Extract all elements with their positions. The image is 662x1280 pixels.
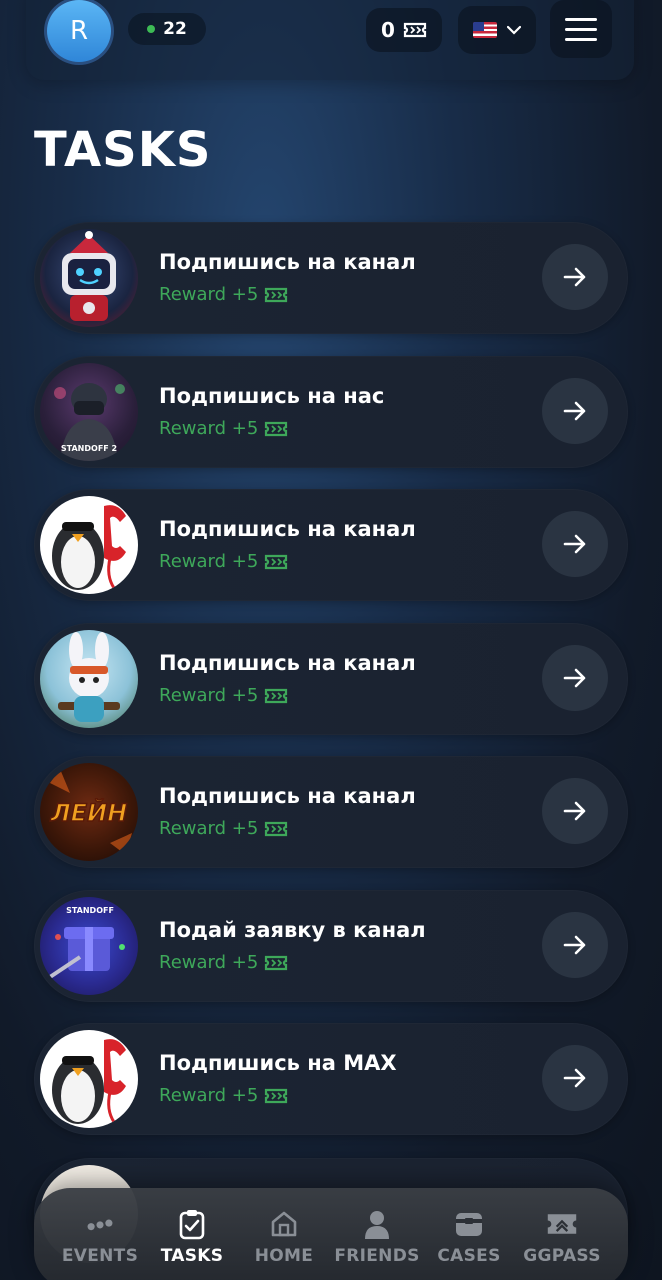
reward-text: Reward +5 bbox=[159, 952, 259, 973]
task-reward: Reward +5 bbox=[159, 1085, 288, 1106]
task-reward: Reward +5 bbox=[159, 551, 288, 572]
task-card[interactable]: STANDOFF Подай заявку в канал Reward +5 bbox=[34, 890, 628, 1002]
nav-label: HOME bbox=[254, 1246, 314, 1266]
ggpass-icon bbox=[546, 1208, 578, 1240]
arrow-right-icon bbox=[563, 668, 586, 688]
reward-text: Reward +5 bbox=[159, 551, 259, 572]
ticket-icon bbox=[265, 554, 288, 569]
arrow-right-icon bbox=[563, 267, 586, 287]
task-card[interactable]: STANDOFF 2 Подпишись на нас Reward +5 bbox=[34, 356, 628, 468]
online-counter: 22 bbox=[128, 13, 206, 45]
nav-friends[interactable]: FRIENDS bbox=[331, 1208, 423, 1278]
ticket-icon bbox=[265, 421, 288, 436]
person-icon bbox=[361, 1208, 393, 1240]
go-button[interactable] bbox=[542, 511, 608, 577]
svg-text:STANDOFF 2: STANDOFF 2 bbox=[61, 444, 117, 453]
ticket-icon bbox=[265, 287, 288, 302]
reward-text: Reward +5 bbox=[159, 418, 259, 439]
bunny-gunner-thumbnail bbox=[40, 630, 138, 728]
ticket-icon bbox=[403, 22, 427, 38]
nav-label: FRIENDS bbox=[334, 1246, 420, 1266]
reward-text: Reward +5 bbox=[159, 284, 259, 305]
nav-home[interactable]: HOME bbox=[238, 1208, 330, 1278]
go-button[interactable] bbox=[542, 244, 608, 310]
task-title: Подпишись на канал bbox=[159, 250, 416, 274]
lein-logo-thumbnail: ЛЕЙН bbox=[40, 763, 138, 861]
task-title: Подпишись на канал bbox=[159, 651, 416, 675]
online-dot-icon bbox=[147, 25, 156, 33]
nav-cases[interactable]: CASES bbox=[423, 1208, 515, 1278]
arrow-right-icon bbox=[563, 1068, 586, 1088]
go-button[interactable] bbox=[542, 378, 608, 444]
task-title: Подпишись на нас bbox=[159, 384, 385, 408]
menu-button[interactable] bbox=[550, 0, 612, 58]
svg-text:STANDOFF: STANDOFF bbox=[66, 906, 114, 915]
page-title: TASKS bbox=[34, 122, 212, 178]
standoff-gift-thumbnail: STANDOFF bbox=[40, 897, 138, 995]
hamburger-icon bbox=[565, 17, 597, 21]
home-icon bbox=[268, 1208, 300, 1240]
reward-text: Reward +5 bbox=[159, 685, 259, 706]
arrow-right-icon bbox=[563, 401, 586, 421]
arrow-right-icon bbox=[563, 935, 586, 955]
case-icon bbox=[453, 1208, 485, 1240]
task-title: Подпишись на канал bbox=[159, 517, 416, 541]
ticket-icon bbox=[265, 821, 288, 836]
task-reward: Reward +5 bbox=[159, 284, 288, 305]
ticket-icon bbox=[265, 955, 288, 970]
nav-label: CASES bbox=[437, 1246, 501, 1266]
reward-text: Reward +5 bbox=[159, 1085, 259, 1106]
nav-ggpass[interactable]: GGPASS bbox=[516, 1208, 608, 1278]
nav-events[interactable]: EVENTS bbox=[54, 1208, 146, 1278]
hamburger-line bbox=[565, 27, 597, 31]
task-title: Подай заявку в канал bbox=[159, 918, 426, 942]
task-card[interactable]: Подпишись на канал Reward +5 bbox=[34, 222, 628, 334]
clipboard-check-icon bbox=[176, 1208, 208, 1240]
task-card[interactable]: Подпишись на канал Reward +5 bbox=[34, 489, 628, 601]
go-button[interactable] bbox=[542, 1045, 608, 1111]
task-title: Подпишись на канал bbox=[159, 784, 416, 808]
task-card[interactable]: Подпишись на канал Reward +5 bbox=[34, 623, 628, 735]
nav-tasks[interactable]: TASKS bbox=[146, 1208, 238, 1278]
arrow-right-icon bbox=[563, 801, 586, 821]
task-reward: Reward +5 bbox=[159, 418, 288, 439]
chevron-down-icon bbox=[507, 25, 521, 35]
nav-label: EVENTS bbox=[61, 1246, 139, 1266]
go-button[interactable] bbox=[542, 912, 608, 978]
task-reward: Reward +5 bbox=[159, 952, 288, 973]
task-reward: Reward +5 bbox=[159, 685, 288, 706]
task-card[interactable]: ЛЕЙН Подпишись на канал Reward +5 bbox=[34, 756, 628, 868]
nav-label: GGPASS bbox=[523, 1246, 601, 1266]
online-count: 22 bbox=[163, 19, 187, 39]
tickets-balance[interactable]: 0 bbox=[366, 8, 442, 52]
penguin-phone-thumbnail bbox=[40, 1030, 138, 1128]
arrow-right-icon bbox=[563, 534, 586, 554]
ticket-icon bbox=[265, 1088, 288, 1103]
user-avatar[interactable]: R bbox=[44, 0, 114, 65]
top-bar bbox=[26, 0, 634, 80]
go-button[interactable] bbox=[542, 645, 608, 711]
go-button[interactable] bbox=[542, 778, 608, 844]
svg-text:ЛЕЙН: ЛЕЙН bbox=[50, 798, 128, 827]
avatar-letter: R bbox=[69, 16, 89, 46]
hamburger-line bbox=[565, 37, 597, 41]
us-flag-icon bbox=[473, 22, 497, 38]
standoff2-soldier-thumbnail: STANDOFF 2 bbox=[40, 363, 138, 461]
task-title: Подпишись на MAX bbox=[159, 1051, 397, 1075]
reward-text: Reward +5 bbox=[159, 818, 259, 839]
task-card[interactable]: Подпишись на MAX Reward +5 bbox=[34, 1023, 628, 1135]
penguin-phone-thumbnail bbox=[40, 496, 138, 594]
events-icon bbox=[84, 1208, 116, 1240]
robot-avatar-thumbnail bbox=[40, 229, 138, 327]
tickets-count: 0 bbox=[381, 18, 395, 42]
task-reward: Reward +5 bbox=[159, 818, 288, 839]
ticket-icon bbox=[265, 688, 288, 703]
language-selector[interactable] bbox=[458, 6, 536, 54]
nav-label: TASKS bbox=[160, 1246, 224, 1266]
